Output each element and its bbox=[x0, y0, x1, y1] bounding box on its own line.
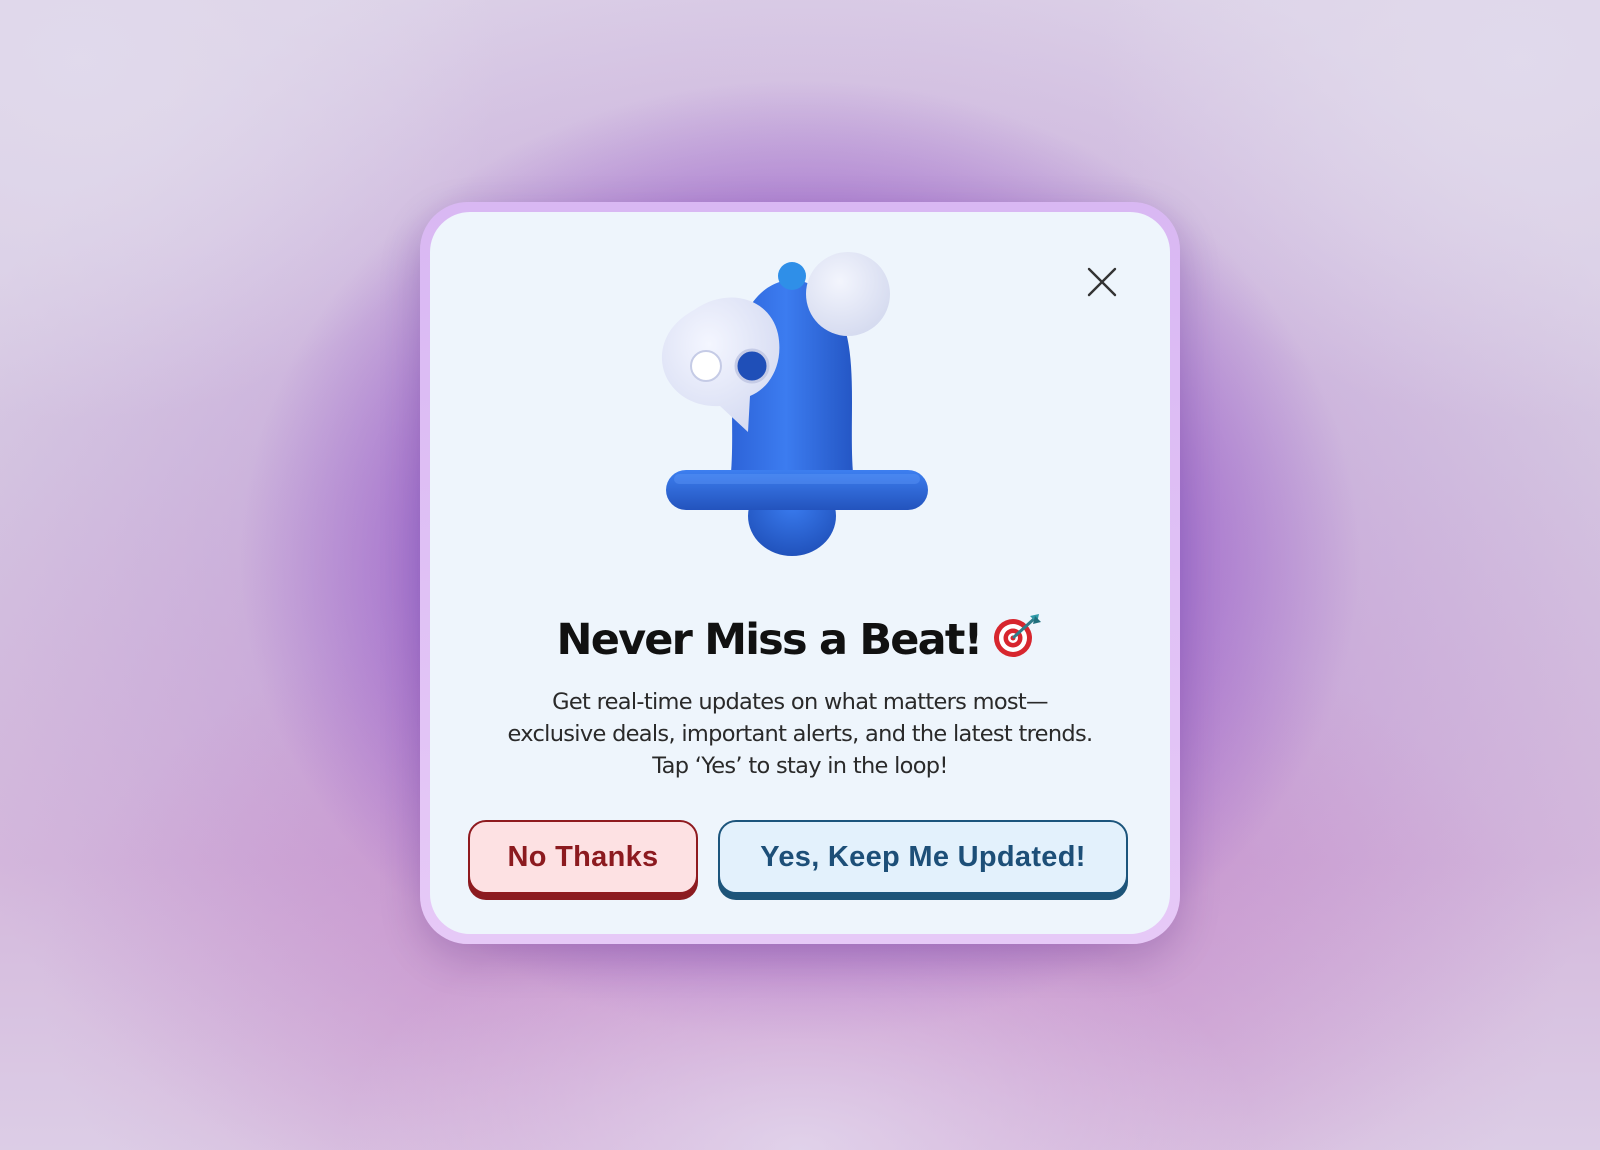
dart-target-icon bbox=[989, 612, 1043, 660]
message-line: exclusive deals, important alerts, and t… bbox=[507, 721, 1094, 747]
no-thanks-button[interactable]: No Thanks bbox=[468, 820, 698, 894]
modal-card: Never Miss a Beat! Get real-time updates… bbox=[430, 212, 1170, 934]
message-line: Tap ‘Yes’ to stay in the loop! bbox=[652, 753, 948, 779]
notification-bell-illustration bbox=[630, 246, 960, 566]
close-icon bbox=[1087, 267, 1117, 297]
modal-title: Never Miss a Beat! bbox=[430, 612, 1170, 665]
keep-me-updated-button[interactable]: Yes, Keep Me Updated! bbox=[718, 820, 1128, 894]
notification-permission-modal: Never Miss a Beat! Get real-time updates… bbox=[420, 202, 1180, 944]
modal-message: Get real-time updates on what matters mo… bbox=[460, 686, 1140, 782]
close-button[interactable] bbox=[1082, 262, 1122, 302]
message-line: Get real-time updates on what matters mo… bbox=[552, 689, 1048, 715]
title-text: Never Miss a Beat! bbox=[556, 615, 984, 665]
